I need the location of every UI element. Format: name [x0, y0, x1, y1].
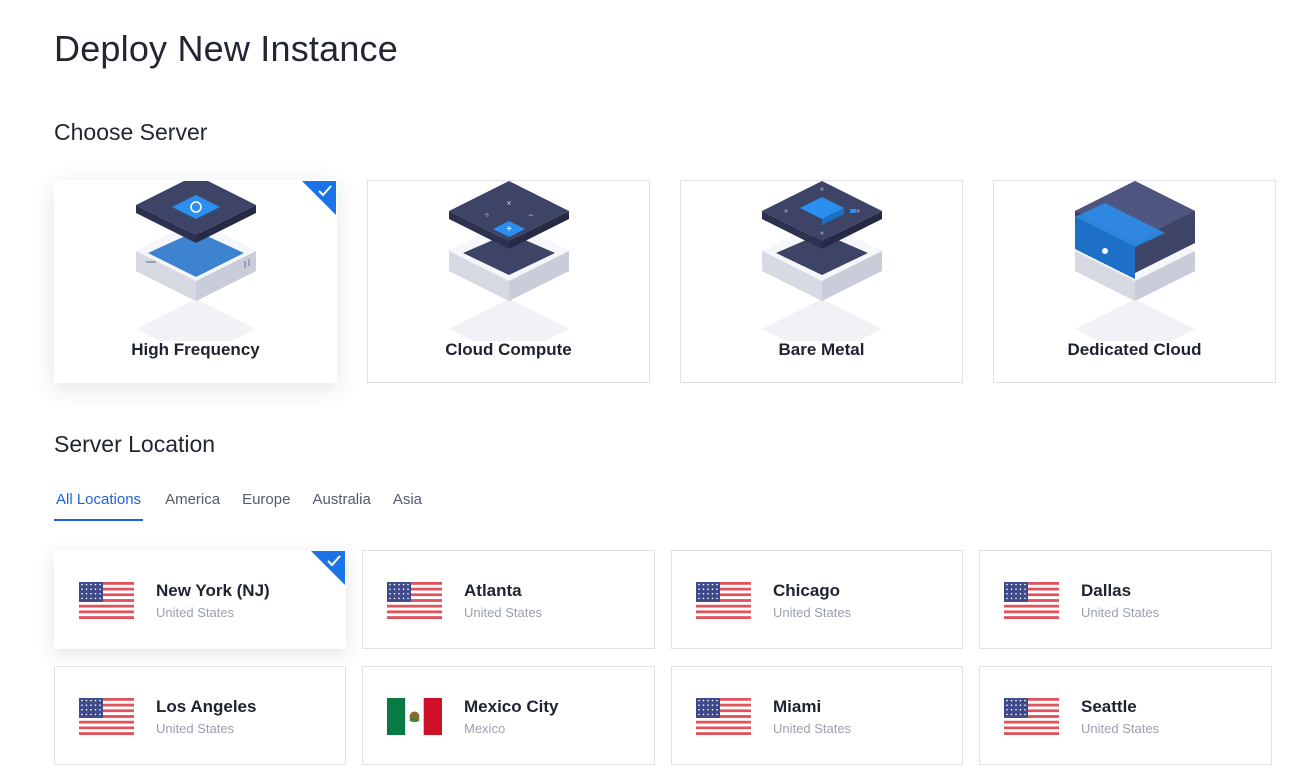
server-option-label: Cloud Compute	[445, 340, 572, 359]
us-flag-icon	[79, 698, 134, 735]
location-country: Mexico	[464, 721, 506, 736]
location-city: Chicago	[773, 581, 841, 600]
server-type-options: High Frequency + × ÷ − Cloud Compute Bar…	[54, 180, 1276, 383]
us-flag-icon	[79, 582, 134, 619]
location-card-seattle[interactable]: Seattle United States	[979, 666, 1272, 765]
location-country: United States	[1081, 721, 1160, 736]
server-option-high-frequency[interactable]: High Frequency	[54, 180, 337, 383]
page-title: Deploy New Instance	[54, 28, 398, 69]
high-frequency-server-icon	[135, 181, 256, 341]
tab-europe[interactable]: Europe	[242, 488, 290, 521]
server-location-heading: Server Location	[54, 431, 216, 457]
location-city: New York (NJ)	[156, 581, 270, 600]
selected-check-icon	[302, 181, 336, 215]
us-flag-icon	[696, 582, 751, 619]
location-city: Mexico City	[464, 697, 559, 716]
location-card-los-angeles[interactable]: Los Angeles United States	[54, 666, 346, 765]
location-country: United States	[773, 605, 852, 620]
server-option-dedicated-cloud[interactable]: Dedicated Cloud	[993, 180, 1276, 383]
location-country: United States	[464, 605, 543, 620]
tab-asia[interactable]: Asia	[393, 488, 422, 521]
location-country: United States	[1081, 605, 1160, 620]
server-option-label: High Frequency	[131, 340, 260, 359]
location-country: United States	[773, 721, 852, 736]
location-card-chicago[interactable]: Chicago United States	[671, 550, 963, 649]
location-city: Los Angeles	[156, 697, 257, 716]
us-flag-icon	[696, 698, 751, 735]
location-card-new-york[interactable]: New York (NJ) United States	[54, 550, 346, 649]
server-option-label: Dedicated Cloud	[1067, 340, 1202, 359]
location-city: Dallas	[1081, 581, 1132, 600]
choose-server-heading: Choose Server	[54, 119, 208, 145]
location-city: Miami	[773, 697, 822, 716]
location-country: United States	[156, 721, 235, 736]
server-option-label: Bare Metal	[778, 340, 865, 359]
location-card-dallas[interactable]: Dallas United States	[979, 550, 1272, 649]
cloud-compute-server-icon: + × ÷ −	[448, 181, 569, 341]
tab-australia[interactable]: Australia	[312, 488, 370, 521]
location-card-mexico-city[interactable]: Mexico City Mexico	[362, 666, 655, 765]
location-city: Atlanta	[464, 581, 522, 600]
server-option-cloud-compute[interactable]: + × ÷ − Cloud Compute	[367, 180, 650, 383]
location-city: Seattle	[1081, 697, 1137, 716]
location-card-atlanta[interactable]: Atlanta United States	[362, 550, 655, 649]
svg-text:+: +	[506, 224, 512, 235]
selected-check-icon	[311, 551, 345, 585]
dedicated-cloud-server-icon	[1074, 181, 1195, 341]
location-region-tabs: All Locations America Europe Australia A…	[54, 488, 444, 521]
location-grid: New York (NJ) United States Atlanta Unit…	[54, 550, 1272, 765]
mexico-flag-icon	[387, 698, 442, 735]
us-flag-icon	[1004, 582, 1059, 619]
svg-text:×: ×	[506, 198, 511, 208]
location-card-miami[interactable]: Miami United States	[671, 666, 963, 765]
tab-all-locations[interactable]: All Locations	[54, 488, 144, 521]
svg-text:÷: ÷	[484, 210, 489, 220]
server-option-bare-metal[interactable]: Bare Metal	[680, 180, 963, 383]
location-country: United States	[156, 605, 235, 620]
us-flag-icon	[1004, 698, 1059, 735]
us-flag-icon	[387, 582, 442, 619]
tab-america[interactable]: America	[165, 488, 220, 521]
bare-metal-server-icon	[761, 181, 882, 341]
svg-text:−: −	[528, 210, 533, 220]
